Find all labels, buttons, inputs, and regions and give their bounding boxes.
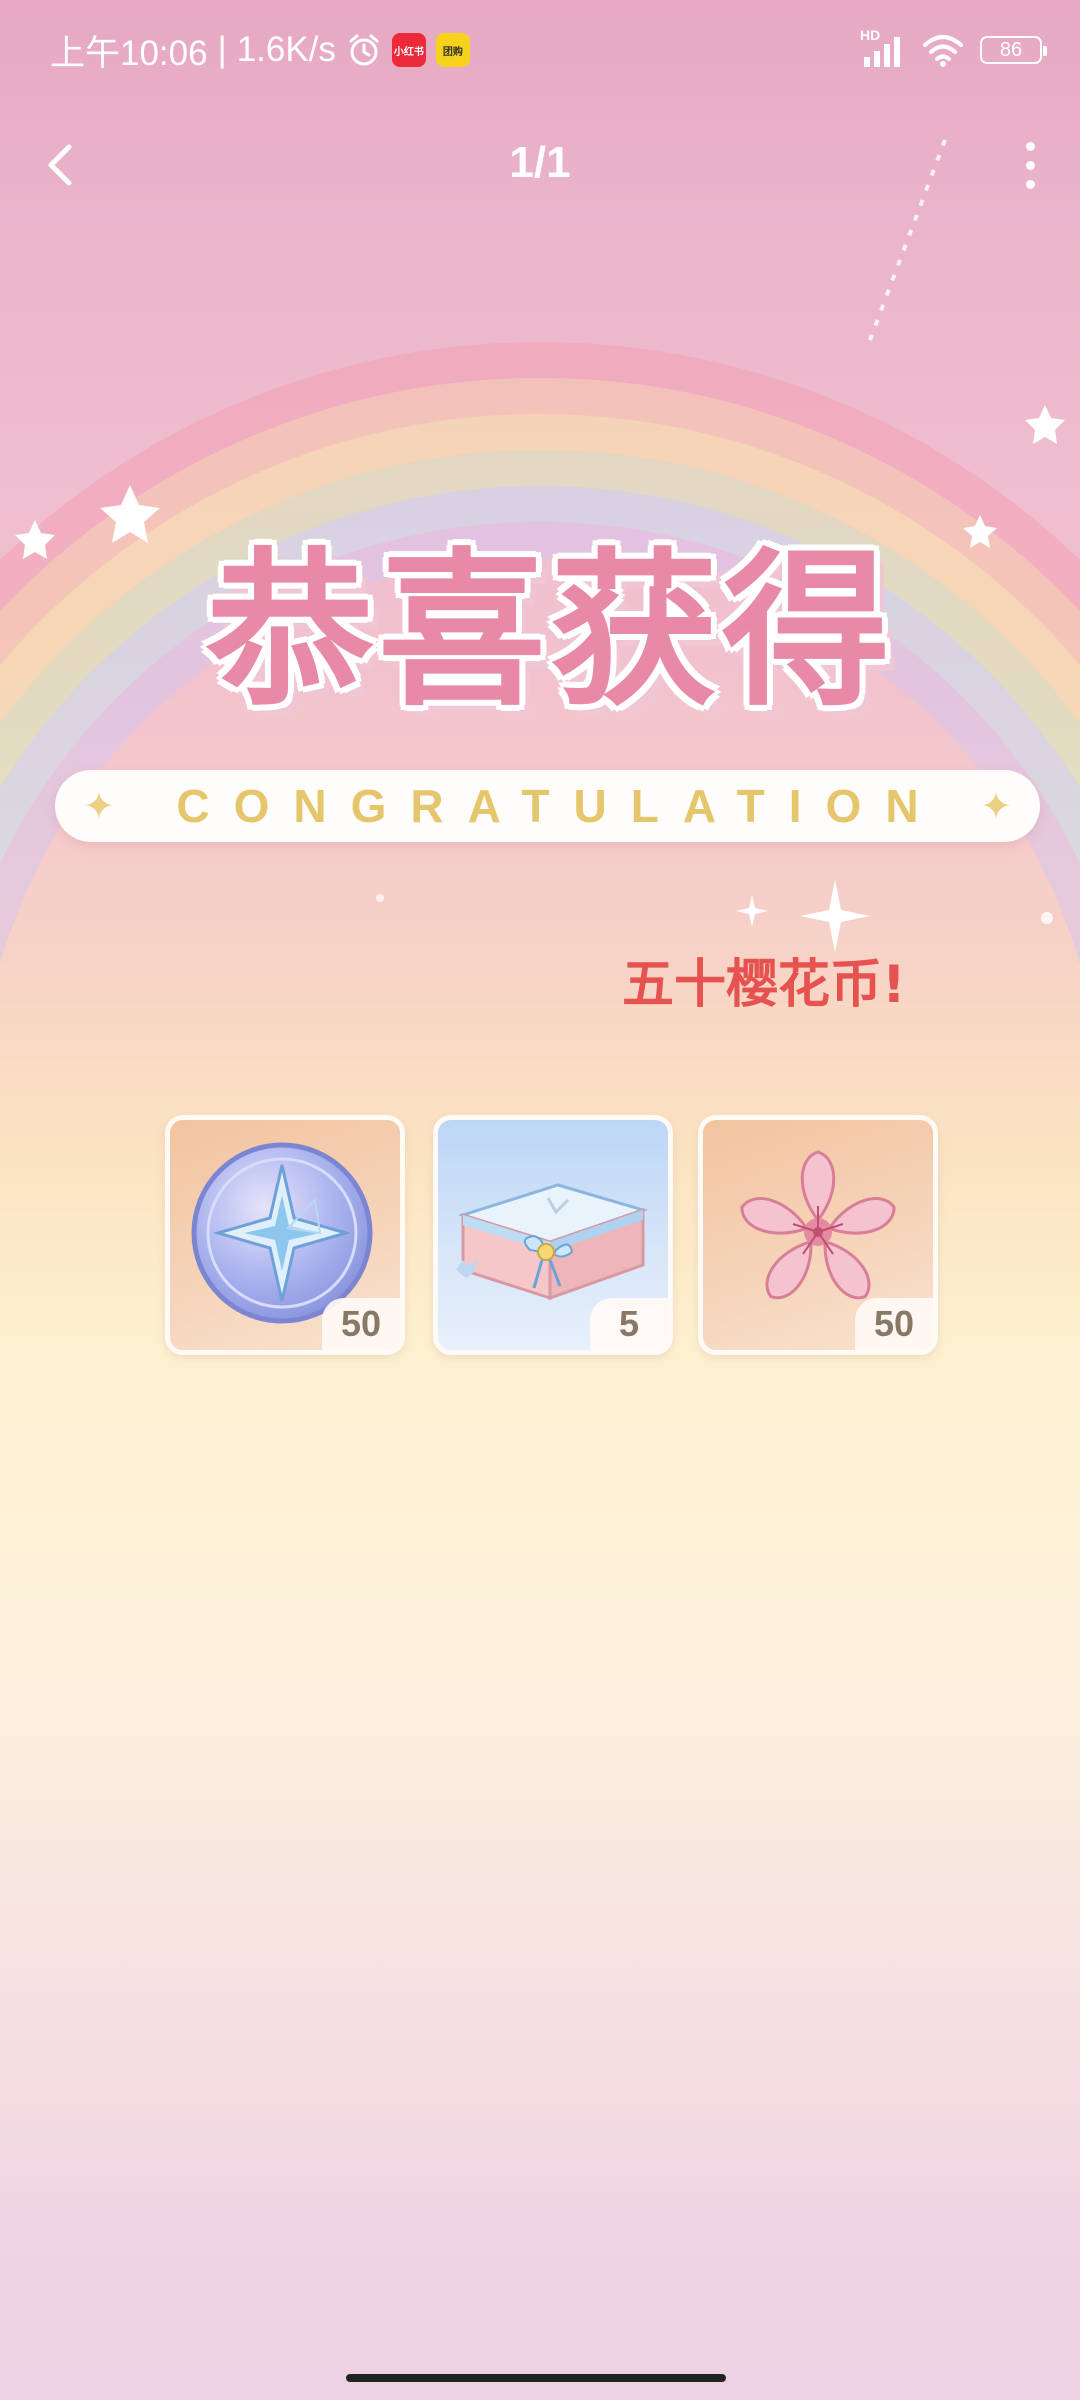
reward-count: 50 — [855, 1298, 933, 1350]
sparkle-icon — [736, 895, 768, 927]
reward-count: 5 — [590, 1298, 668, 1350]
xiaohongshu-badge-icon: 小红书 — [391, 33, 426, 67]
congratulation-ribbon: ✦ CONGRATULATION ✦ — [55, 770, 1040, 842]
more-vertical-icon — [1025, 141, 1035, 151]
wifi-icon — [923, 35, 963, 67]
reward-count: 50 — [322, 1298, 400, 1350]
reward-caption: 五十樱花币! — [622, 955, 906, 1015]
more-options-button[interactable] — [1000, 135, 1060, 195]
status-separator: | — [217, 30, 227, 69]
reward-card-star-coin[interactable]: 50 — [165, 1115, 405, 1355]
nav-bar: 1/1 — [0, 120, 1080, 210]
battery-icon: 86 — [980, 36, 1047, 64]
star-decoration-icon — [1025, 405, 1065, 444]
home-indicator[interactable] — [346, 2374, 726, 2382]
status-left: 上午10:06 | 1.6K/s 小红书 团购 — [50, 26, 470, 74]
sparkle-icon: ✦ — [83, 786, 115, 828]
status-time: 上午10:06 — [50, 33, 208, 73]
sparkle-icon: ✦ — [980, 786, 1012, 828]
signal-icon: HD — [860, 27, 906, 67]
status-bar: 上午10:06 | 1.6K/s 小红书 团购 HD 86 — [0, 0, 1080, 100]
battery-level: 86 — [999, 38, 1023, 61]
congratulation-subtitle: CONGRATULATION — [176, 780, 943, 832]
status-right: HD 86 — [860, 26, 1047, 74]
star-decoration-icon — [15, 520, 55, 559]
reward-card-gift-box[interactable]: 5 — [433, 1115, 673, 1355]
congratulation-title: 恭喜获得 — [206, 533, 894, 729]
network-speed: 1.6K/s — [236, 30, 336, 69]
alarm-icon — [349, 34, 379, 66]
page-indicator: 1/1 — [509, 138, 571, 187]
meituan-badge-icon: 团购 — [435, 33, 470, 67]
reward-card-sakura[interactable]: 50 — [698, 1115, 938, 1355]
